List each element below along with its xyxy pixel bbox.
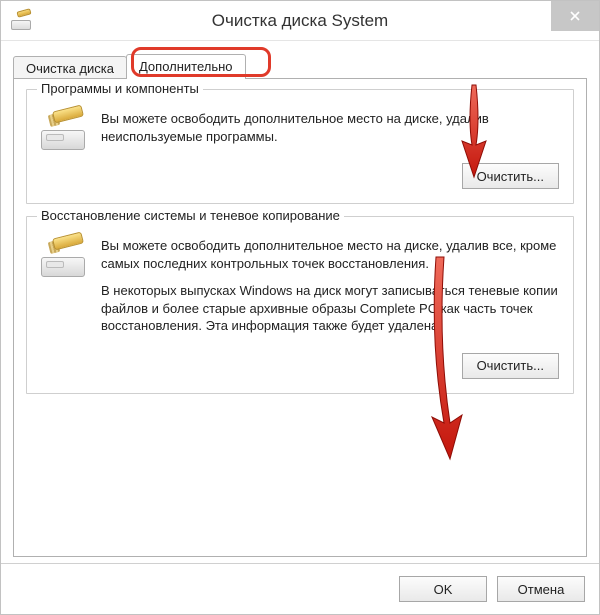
- cancel-button[interactable]: Отмена: [497, 576, 585, 602]
- tab-label: Очистка диска: [26, 61, 114, 76]
- close-button[interactable]: [551, 1, 599, 31]
- titlebar: Очистка диска System: [1, 1, 599, 41]
- client-area: Очистка диска Дополнительно Программы и …: [1, 41, 599, 563]
- cleanup-icon: [41, 112, 87, 150]
- disk-cleanup-icon: [11, 12, 33, 30]
- tab-panel-advanced: Программы и компоненты Вы можете освобод…: [13, 78, 587, 557]
- group-text: Вы можете освободить дополнительное мест…: [101, 237, 559, 345]
- group-programs: Программы и компоненты Вы можете освобод…: [26, 89, 574, 204]
- cleanup-restore-button[interactable]: Очистить...: [462, 353, 559, 379]
- group-legend: Восстановление системы и теневое копиров…: [37, 208, 344, 223]
- tab-row: Очистка диска Дополнительно: [13, 51, 587, 79]
- tab-advanced[interactable]: Дополнительно: [126, 54, 246, 79]
- dialog-footer: OK Отмена: [1, 563, 599, 614]
- cleanup-icon: [41, 239, 87, 277]
- dialog-window: Очистка диска System Очистка диска Допол…: [0, 0, 600, 615]
- close-icon: [570, 11, 580, 21]
- ok-button[interactable]: OK: [399, 576, 487, 602]
- tab-disk-cleanup[interactable]: Очистка диска: [13, 56, 127, 80]
- cleanup-programs-button[interactable]: Очистить...: [462, 163, 559, 189]
- group-restore: Восстановление системы и теневое копиров…: [26, 216, 574, 394]
- group-text: Вы можете освободить дополнительное мест…: [101, 110, 559, 155]
- window-title: Очистка диска System: [1, 11, 599, 31]
- tab-label: Дополнительно: [139, 59, 233, 74]
- group-legend: Программы и компоненты: [37, 81, 203, 96]
